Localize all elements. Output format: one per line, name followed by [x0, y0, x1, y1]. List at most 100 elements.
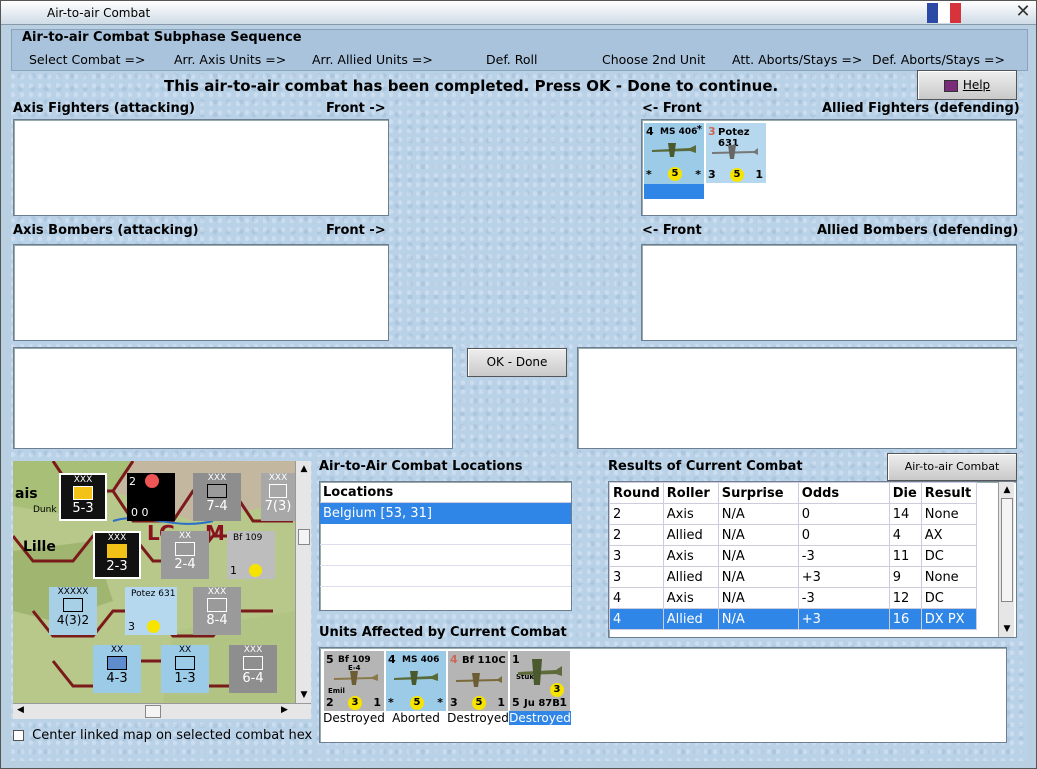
counter-bottom-right: 1	[373, 696, 381, 709]
scroll-up-icon[interactable]: ▲	[1001, 484, 1013, 496]
unit-status: Destroyed	[323, 711, 385, 725]
help-label: Help	[962, 78, 991, 92]
scroll-thumb[interactable]	[1001, 498, 1013, 602]
unit-counter-ms406[interactable]: 4 MS 406 * * 5 *	[644, 123, 704, 199]
ok-done-button[interactable]: OK - Done	[467, 348, 567, 377]
col-round: Round	[609, 482, 664, 504]
map-unit-5[interactable]: XXX 2-3	[93, 531, 141, 579]
plane-icon	[394, 671, 438, 685]
result-cell: 12	[888, 587, 922, 609]
unit-name: Bf 109	[233, 533, 263, 543]
scroll-thumb[interactable]	[145, 705, 161, 718]
result-cell: 9	[888, 566, 922, 588]
air-combat-window: Air-to-air Combat ✕ Air-to-air Combat Su…	[0, 0, 1037, 769]
scroll-right-icon[interactable]: ▶	[281, 705, 288, 715]
scroll-down-icon[interactable]: ▼	[298, 689, 310, 701]
counter-dot: 5	[668, 167, 682, 181]
counter-label: Ju 87B	[524, 698, 560, 709]
unit-symbol-icon	[269, 484, 287, 498]
unit-strength: 4(3)2	[56, 613, 90, 627]
scroll-left-icon[interactable]: ◀	[17, 705, 24, 715]
unit-status: Destroyed	[447, 711, 509, 725]
axis-bombers-box[interactable]	[13, 244, 389, 341]
map-unit-12[interactable]: XX 1-3	[161, 645, 209, 693]
result-cell: N/A	[717, 503, 799, 525]
map-unit-10[interactable]: XXX 8-4	[193, 587, 241, 635]
result-cell: N/A	[717, 545, 799, 567]
counter-top-left: 3	[708, 125, 716, 138]
scroll-thumb[interactable]	[298, 529, 310, 545]
allied-fighters-box[interactable]: 4 MS 406 * * 5 * 3 Potez 631 3 5 1	[641, 119, 1017, 216]
map-unit-7[interactable]: Bf 109 1	[227, 531, 275, 579]
unit-strength: 7(3)	[264, 499, 292, 514]
result-row[interactable]: 2 Axis N/A 0 14 None	[609, 503, 977, 525]
affected-unit-ms406[interactable]: 4 MS 406 * 5 *	[386, 651, 446, 711]
scroll-down-icon[interactable]: ▼	[1001, 623, 1013, 635]
location-row-empty	[320, 566, 571, 587]
counter-dot: 5	[410, 696, 424, 710]
scroll-up-icon[interactable]: ▲	[298, 463, 310, 475]
result-cell: DX PX	[920, 608, 977, 630]
result-cell: 3	[609, 545, 664, 567]
map-unit-6[interactable]: XX 2-4	[161, 531, 209, 579]
result-cell: 2	[609, 524, 664, 546]
result-row[interactable]: 4 Axis N/A -3 12 DC	[609, 587, 977, 609]
allied-bombers-box[interactable]	[641, 244, 1017, 341]
result-cell: N/A	[717, 566, 799, 588]
map-label-dunk: Dunk	[33, 505, 57, 515]
map-unit-2[interactable]: 2 0 0	[127, 473, 175, 521]
counter-bottom-left: 3	[450, 696, 458, 709]
help-button[interactable]: Help	[917, 70, 1017, 100]
french-flag-icon	[927, 3, 961, 23]
counter-dot: 3	[348, 696, 362, 710]
unit-strength: 0 0	[131, 506, 149, 519]
map-unit-1[interactable]: XXX 5-3	[59, 473, 107, 521]
combat-chart-button[interactable]: Air-to-air Combat Chart	[887, 453, 1017, 499]
step-def-roll: Def. Roll	[486, 52, 538, 67]
result-cell: Allied	[662, 608, 719, 630]
result-cell: N/A	[717, 587, 799, 609]
map-vertical-scrollbar[interactable]: ▲ ▼	[295, 461, 311, 703]
unit-strength: 1	[230, 564, 237, 577]
result-cell: Axis	[662, 545, 719, 567]
affected-units-box[interactable]: 5 Bf 109 E-4 Emil 2 3 1 Destroyed 4 MS 4…	[319, 647, 1007, 743]
locations-header: Locations	[320, 482, 571, 503]
center-map-checkbox[interactable]: Center linked map on selected combat hex	[13, 728, 315, 744]
result-row[interactable]: 4 Allied N/A +3 16 DX PX	[609, 608, 977, 630]
map-label-l: L	[147, 521, 160, 545]
result-row[interactable]: 3 Allied N/A +3 9 None	[609, 566, 977, 588]
result-cell: 11	[888, 545, 922, 567]
map-unit-9[interactable]: Potez 631 3	[125, 587, 177, 635]
unit-strength: 7-4	[206, 499, 228, 514]
linked-map[interactable]: ais Lille Dunk G L M XXX 5-3 2 0 0 XXX 7…	[13, 461, 295, 703]
locations-list[interactable]: Locations Belgium [53, 31]	[319, 481, 572, 611]
unit-strength: 6-4	[242, 671, 264, 686]
unit-strength: 3	[128, 620, 135, 633]
checkbox-icon[interactable]	[13, 730, 24, 741]
unit-counter-potez[interactable]: 3 Potez 631 3 5 1	[706, 123, 766, 183]
affected-unit-bf109[interactable]: 5 Bf 109 E-4 Emil 2 3 1	[324, 651, 384, 711]
counter-bottom-right: *	[695, 168, 701, 181]
result-cell: 0	[797, 503, 890, 525]
map-unit-11[interactable]: XX 4-3	[93, 645, 141, 693]
map-unit-4[interactable]: XXX 7(3)	[261, 473, 295, 521]
affected-unit-bf110[interactable]: 4 Bf 110C 3 5 1	[448, 651, 508, 711]
result-row[interactable]: 3 Axis N/A -3 11 DC	[609, 545, 977, 567]
map-horizontal-scrollbar[interactable]: ◀ ▶	[13, 703, 311, 719]
map-unit-8[interactable]: XXXXX 4(3)2	[49, 587, 97, 635]
axis-fighters-box[interactable]	[13, 119, 389, 216]
counter-top-left: 4	[450, 653, 458, 666]
counter-bottom-right: *	[437, 696, 443, 709]
location-row[interactable]: Belgium [53, 31]	[320, 503, 571, 524]
counter-bottom-right: 1	[497, 696, 505, 709]
map-unit-13[interactable]: XXX 6-4	[229, 645, 277, 693]
close-icon[interactable]: ✕	[1013, 3, 1033, 23]
map-unit-3[interactable]: XXX 7-4	[193, 473, 241, 521]
result-cell: None	[920, 503, 977, 525]
allied-bombers-front: <- Front	[642, 223, 702, 238]
results-scrollbar[interactable]: ▲ ▼	[998, 482, 1014, 637]
location-row-empty	[320, 545, 571, 566]
result-row[interactable]: 2 Allied N/A 0 4 AX	[609, 524, 977, 546]
affected-unit-ju87[interactable]: 1 Stuka 3 5 Ju 87B 1	[510, 651, 570, 711]
unit-dot-icon	[147, 620, 160, 633]
